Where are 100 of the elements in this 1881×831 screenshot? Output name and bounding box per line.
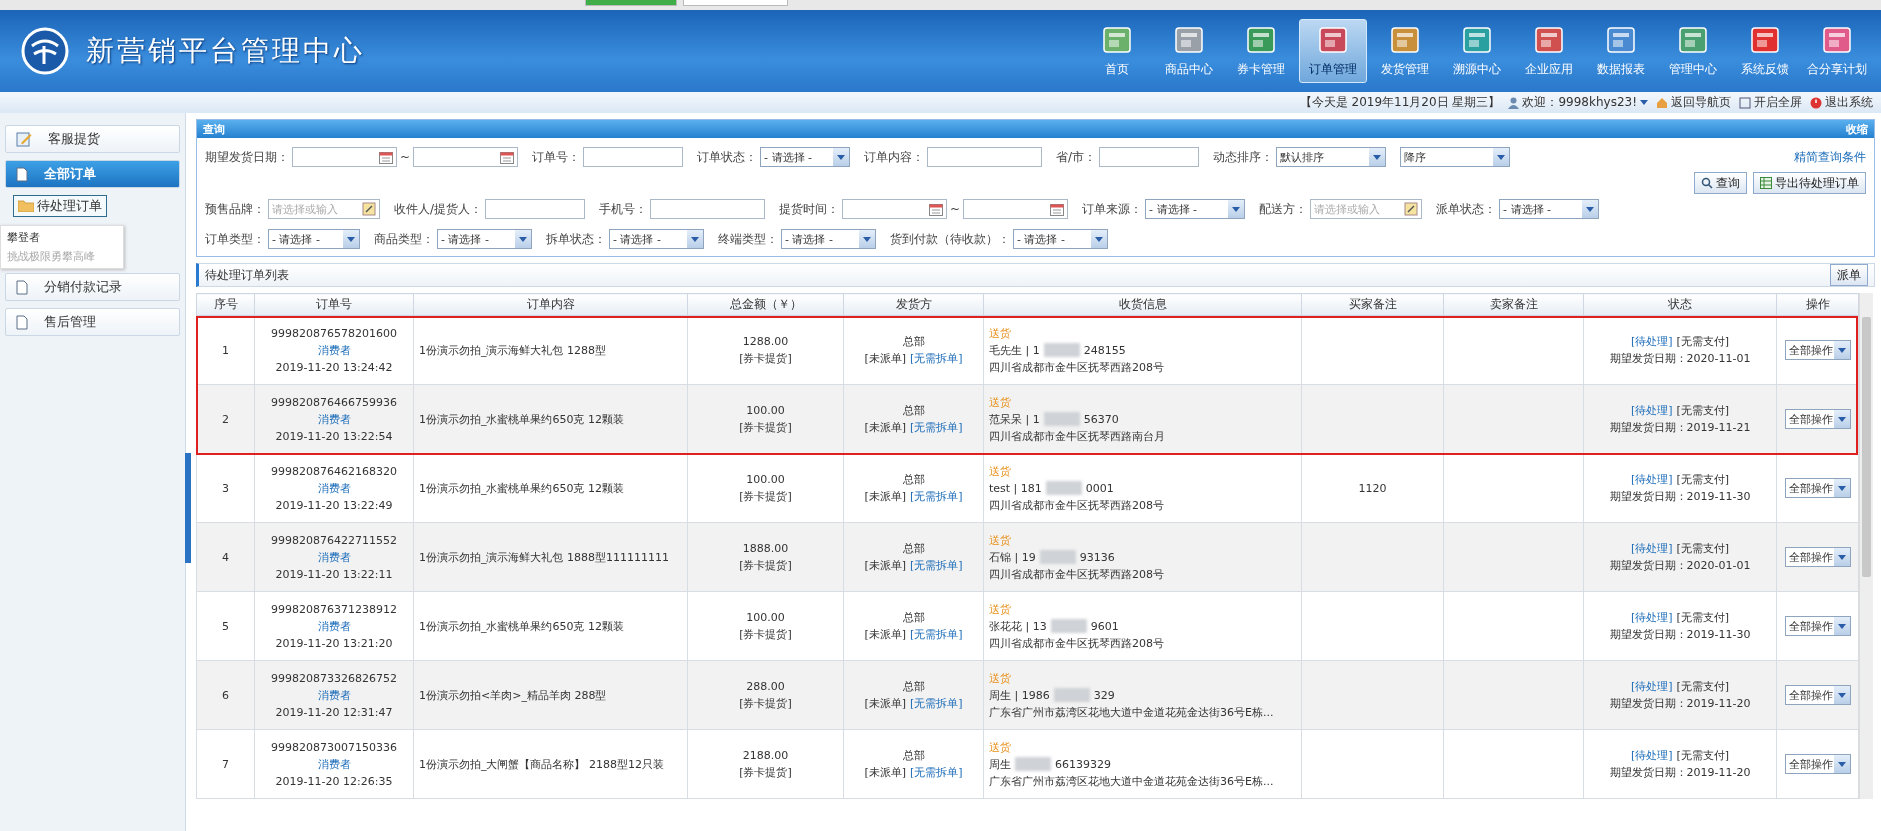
field-label: 订单来源：	[1082, 200, 1143, 218]
date-input[interactable]	[842, 199, 948, 219]
sidebar-subitem[interactable]: 待处理订单	[13, 195, 107, 217]
split-link[interactable]: [无需拆单]	[910, 419, 963, 436]
text-input[interactable]	[650, 199, 766, 219]
range-separator: ~	[400, 150, 411, 164]
contact-text: 周生	[989, 756, 1011, 773]
collapse-handle[interactable]	[185, 453, 191, 563]
status-link[interactable]: [待处理]	[1630, 402, 1673, 419]
buyer-link[interactable]: 消费者	[317, 617, 351, 635]
select-field[interactable]: - 请选择 -	[1013, 229, 1108, 249]
action-select[interactable]: 全部操作	[1784, 685, 1851, 705]
buyer-link[interactable]: 消费者	[317, 341, 351, 359]
amount-text: 100.00	[746, 610, 785, 626]
select-field[interactable]: - 请选择 -	[609, 229, 704, 249]
status-link[interactable]: [待处理]	[1630, 609, 1673, 626]
action-select[interactable]: 全部操作	[1784, 340, 1851, 360]
status-link[interactable]: [待处理]	[1630, 333, 1673, 350]
delivery-type: 送货	[989, 739, 1011, 756]
status-link[interactable]: [待处理]	[1630, 471, 1673, 488]
column-header: 卖家备注	[1443, 293, 1584, 316]
nav-item[interactable]: 商品中心	[1155, 19, 1223, 83]
select-field[interactable]: - 请选择 -	[760, 147, 851, 167]
simplify-link[interactable]: 精简查询条件	[1794, 148, 1866, 166]
nav-item[interactable]: 企业应用	[1515, 19, 1583, 83]
status-link[interactable]: [待处理]	[1630, 540, 1673, 557]
folder-icon	[18, 200, 34, 212]
nav-item[interactable]: 券卡管理	[1227, 19, 1295, 83]
field-label: 拆单状态：	[546, 230, 606, 248]
select-field[interactable]: 降序	[1400, 147, 1511, 167]
action-select[interactable]: 全部操作	[1784, 409, 1851, 429]
sidebar-item[interactable]: 售后管理	[5, 308, 180, 336]
status-link[interactable]: [待处理]	[1630, 678, 1673, 695]
buyer-link[interactable]: 消费者	[317, 755, 351, 773]
scrollbar[interactable]	[1859, 293, 1873, 799]
sidebar-item[interactable]: 分销付款记录	[5, 273, 180, 301]
shipper-text: 总部	[902, 403, 925, 419]
nav-item[interactable]: 合分享计划	[1803, 19, 1871, 83]
nav-item[interactable]: 首页	[1083, 19, 1151, 83]
export-button[interactable]: 导出待处理订单	[1753, 172, 1866, 194]
action-select[interactable]: 全部操作	[1784, 478, 1851, 498]
status-link[interactable]: [待处理]	[1630, 747, 1673, 764]
select-field[interactable]: - 请选择 -	[1145, 199, 1246, 219]
buyer-link[interactable]: 消费者	[317, 548, 351, 566]
action-select[interactable]: 全部操作	[1784, 754, 1851, 774]
buyer-link[interactable]: 消费者	[317, 479, 351, 497]
nav-item[interactable]: 溯源中心	[1443, 19, 1511, 83]
text-input[interactable]	[1099, 147, 1200, 167]
date-input[interactable]	[292, 147, 397, 167]
picker-icon	[1404, 202, 1419, 216]
nav-item[interactable]: 订单管理	[1299, 19, 1367, 83]
order-number: 999820876578201600	[271, 325, 397, 342]
collapse-link[interactable]: 收缩	[1846, 121, 1868, 137]
select-field[interactable]: - 请选择 -	[781, 229, 876, 249]
split-link[interactable]: [无需拆单]	[910, 695, 963, 712]
action-select[interactable]: 全部操作	[1784, 547, 1851, 567]
welcome-link[interactable]: 欢迎：9998khys23!	[1508, 94, 1648, 111]
date-input[interactable]	[413, 147, 519, 167]
blurred-region	[1039, 550, 1076, 564]
search-button[interactable]: 查询	[1694, 172, 1747, 194]
contact-text: 周生 | 1986	[989, 687, 1050, 704]
nav-item[interactable]: 系统反馈	[1731, 19, 1799, 83]
nav-item[interactable]: 发货管理	[1371, 19, 1439, 83]
split-link[interactable]: [无需拆单]	[910, 557, 963, 574]
toolbar-link[interactable]: 开启全屏	[1739, 94, 1802, 111]
dropdown-caret-icon	[837, 154, 846, 160]
split-link[interactable]: [无需拆单]	[910, 764, 963, 781]
select-field[interactable]: - 请选择 -	[437, 229, 532, 249]
expected-date: 期望发货日期：2020-11-01	[1609, 351, 1751, 367]
select-field[interactable]: - 请选择 -	[1499, 199, 1600, 219]
nav-item[interactable]: 数据报表	[1587, 19, 1655, 83]
text-input[interactable]	[583, 147, 684, 167]
text-input[interactable]	[485, 199, 586, 219]
phone-text: 9601	[1090, 618, 1119, 635]
buyer-link[interactable]: 消费者	[317, 686, 351, 704]
sidebar-item[interactable]: 全部订单	[5, 160, 180, 188]
sidebar-item[interactable]: 客服提货	[5, 125, 180, 153]
split-link[interactable]: [无需拆单]	[910, 488, 963, 505]
order-time: 2019-11-20 13:22:54	[275, 428, 393, 445]
shipper-text: 总部	[902, 334, 925, 350]
action-select[interactable]: 全部操作	[1784, 616, 1851, 636]
buyer-link[interactable]: 消费者	[317, 410, 351, 428]
split-link[interactable]: [无需拆单]	[910, 350, 963, 367]
date-input[interactable]	[963, 199, 1069, 219]
field-label: 货到付款（待收款）：	[890, 230, 1010, 248]
select-field[interactable]: 默认排序	[1276, 147, 1387, 167]
text-input[interactable]	[927, 147, 1043, 167]
split-link[interactable]: [无需拆单]	[910, 626, 963, 643]
select-field[interactable]: - 请选择 -	[268, 229, 360, 249]
amount-text: 1288.00	[742, 334, 789, 350]
dropdown-caret-icon	[691, 236, 699, 242]
dispatch-button[interactable]: 派单	[1830, 264, 1868, 286]
toolbar-link[interactable]: 返回导航页	[1656, 94, 1731, 111]
nav-item[interactable]: 管理中心	[1659, 19, 1727, 83]
payment-status: [无需支付]	[1676, 541, 1730, 557]
document-icon	[16, 279, 28, 295]
dropdown-caret-icon	[1095, 236, 1103, 242]
toolbar-link[interactable]: 退出系统	[1810, 94, 1873, 111]
fullscreen-icon	[1739, 96, 1751, 109]
expected-date: 期望发货日期：2019-11-30	[1609, 627, 1751, 643]
